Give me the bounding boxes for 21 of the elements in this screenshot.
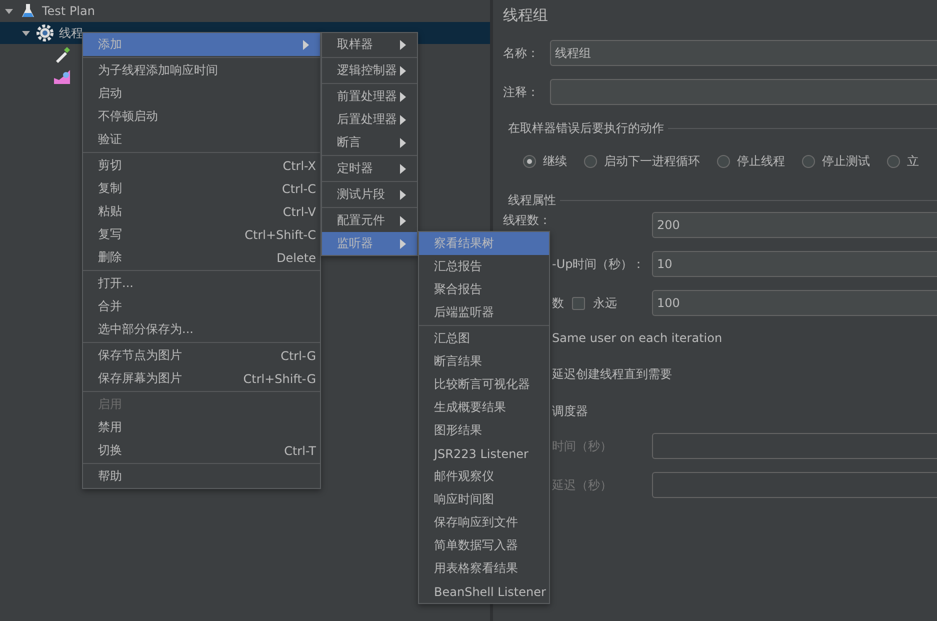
field-label: 数 xyxy=(552,294,564,312)
radio-label: 立 xyxy=(907,152,919,170)
panel-title: 线程组 xyxy=(503,6,549,26)
tree-label: Test Plan xyxy=(42,4,95,18)
field-label: 延迟创建线程直到需要 xyxy=(552,366,672,383)
field-label: -Up时间（秒）： xyxy=(552,256,645,272)
tree-label: 线程 xyxy=(59,24,83,42)
checkbox-label: 永远 xyxy=(593,294,617,312)
radio-label: 继续 xyxy=(543,152,567,170)
radio-label: 停止测试 xyxy=(822,152,870,170)
field-label: Same user on each iteration xyxy=(552,330,722,344)
field-label: 调度器 xyxy=(552,403,588,420)
field-label: 注释： xyxy=(503,84,540,100)
group-title: 线程属性 xyxy=(508,192,556,208)
field-label: 名称： xyxy=(503,44,540,62)
field-label: 时间（秒） xyxy=(552,438,612,454)
field-label: 线程数： xyxy=(503,212,551,229)
radio-label: 停止线程 xyxy=(737,152,785,170)
radio-label: 启动下一进程循环 xyxy=(604,152,700,170)
field-label: 延迟（秒） xyxy=(552,476,612,494)
group-title: 在取样器错误后要执行的动作 xyxy=(508,120,664,136)
